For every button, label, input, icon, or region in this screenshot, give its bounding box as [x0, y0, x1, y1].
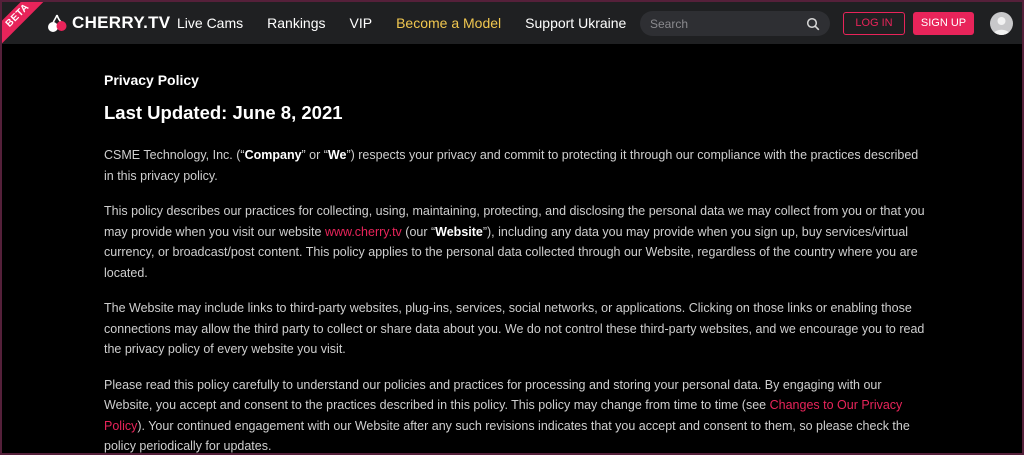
website-link[interactable]: www.cherry.tv	[325, 225, 402, 239]
main-nav: Live Cams Rankings VIP Become a Model Su…	[177, 2, 650, 44]
page-body: Privacy Policy Last Updated: June 8, 202…	[2, 44, 1022, 454]
cherry-icon	[48, 14, 67, 32]
bold-company: Company	[244, 148, 302, 162]
text-span: ” or “	[301, 148, 328, 162]
login-button[interactable]: LOG IN	[843, 12, 905, 35]
text-span: (our “	[401, 224, 436, 239]
avatar[interactable]	[990, 12, 1013, 35]
search-input[interactable]	[650, 16, 806, 31]
policy-paragraph-2: This policy describes our practices for …	[104, 201, 926, 283]
page-title: Privacy Policy	[104, 72, 199, 88]
policy-paragraph-4: Please read this policy carefully to und…	[104, 375, 926, 454]
policy-paragraph-1: CSME Technology, Inc. (“Company” or “We”…	[104, 145, 926, 186]
logo-text: CHERRY.TV	[72, 13, 171, 32]
site-header: BETA CHERRY.TV Live Cams Rankings VIP Be…	[2, 2, 1022, 52]
bold-website: Website	[435, 224, 483, 239]
signup-button[interactable]: SIGN UP	[913, 12, 974, 35]
search-box	[640, 11, 830, 36]
search-icon[interactable]	[806, 17, 820, 31]
bold-we: We	[327, 148, 347, 162]
nav-live-cams[interactable]: Live Cams	[177, 15, 243, 31]
site-logo[interactable]: CHERRY.TV	[46, 11, 170, 35]
text-span: CSME Technology, Inc. (“	[104, 148, 245, 162]
nav-rankings[interactable]: Rankings	[267, 15, 325, 31]
last-updated-heading: Last Updated: June 8, 2021	[104, 102, 343, 123]
text-span: ). Your continued engagement with our We…	[104, 418, 910, 454]
browser-frame: BETA CHERRY.TV Live Cams Rankings VIP Be…	[0, 0, 1024, 455]
nav-vip[interactable]: VIP	[350, 15, 373, 31]
nav-become-a-model[interactable]: Become a Model	[396, 15, 501, 31]
text-span: Please read this policy carefully to und…	[104, 377, 882, 413]
policy-paragraph-3: The Website may include links to third-p…	[104, 301, 925, 356]
user-icon	[993, 17, 1010, 35]
privacy-policy-content: Privacy Policy Last Updated: June 8, 202…	[104, 70, 926, 454]
nav-support-ukraine[interactable]: Support Ukraine	[525, 15, 626, 31]
